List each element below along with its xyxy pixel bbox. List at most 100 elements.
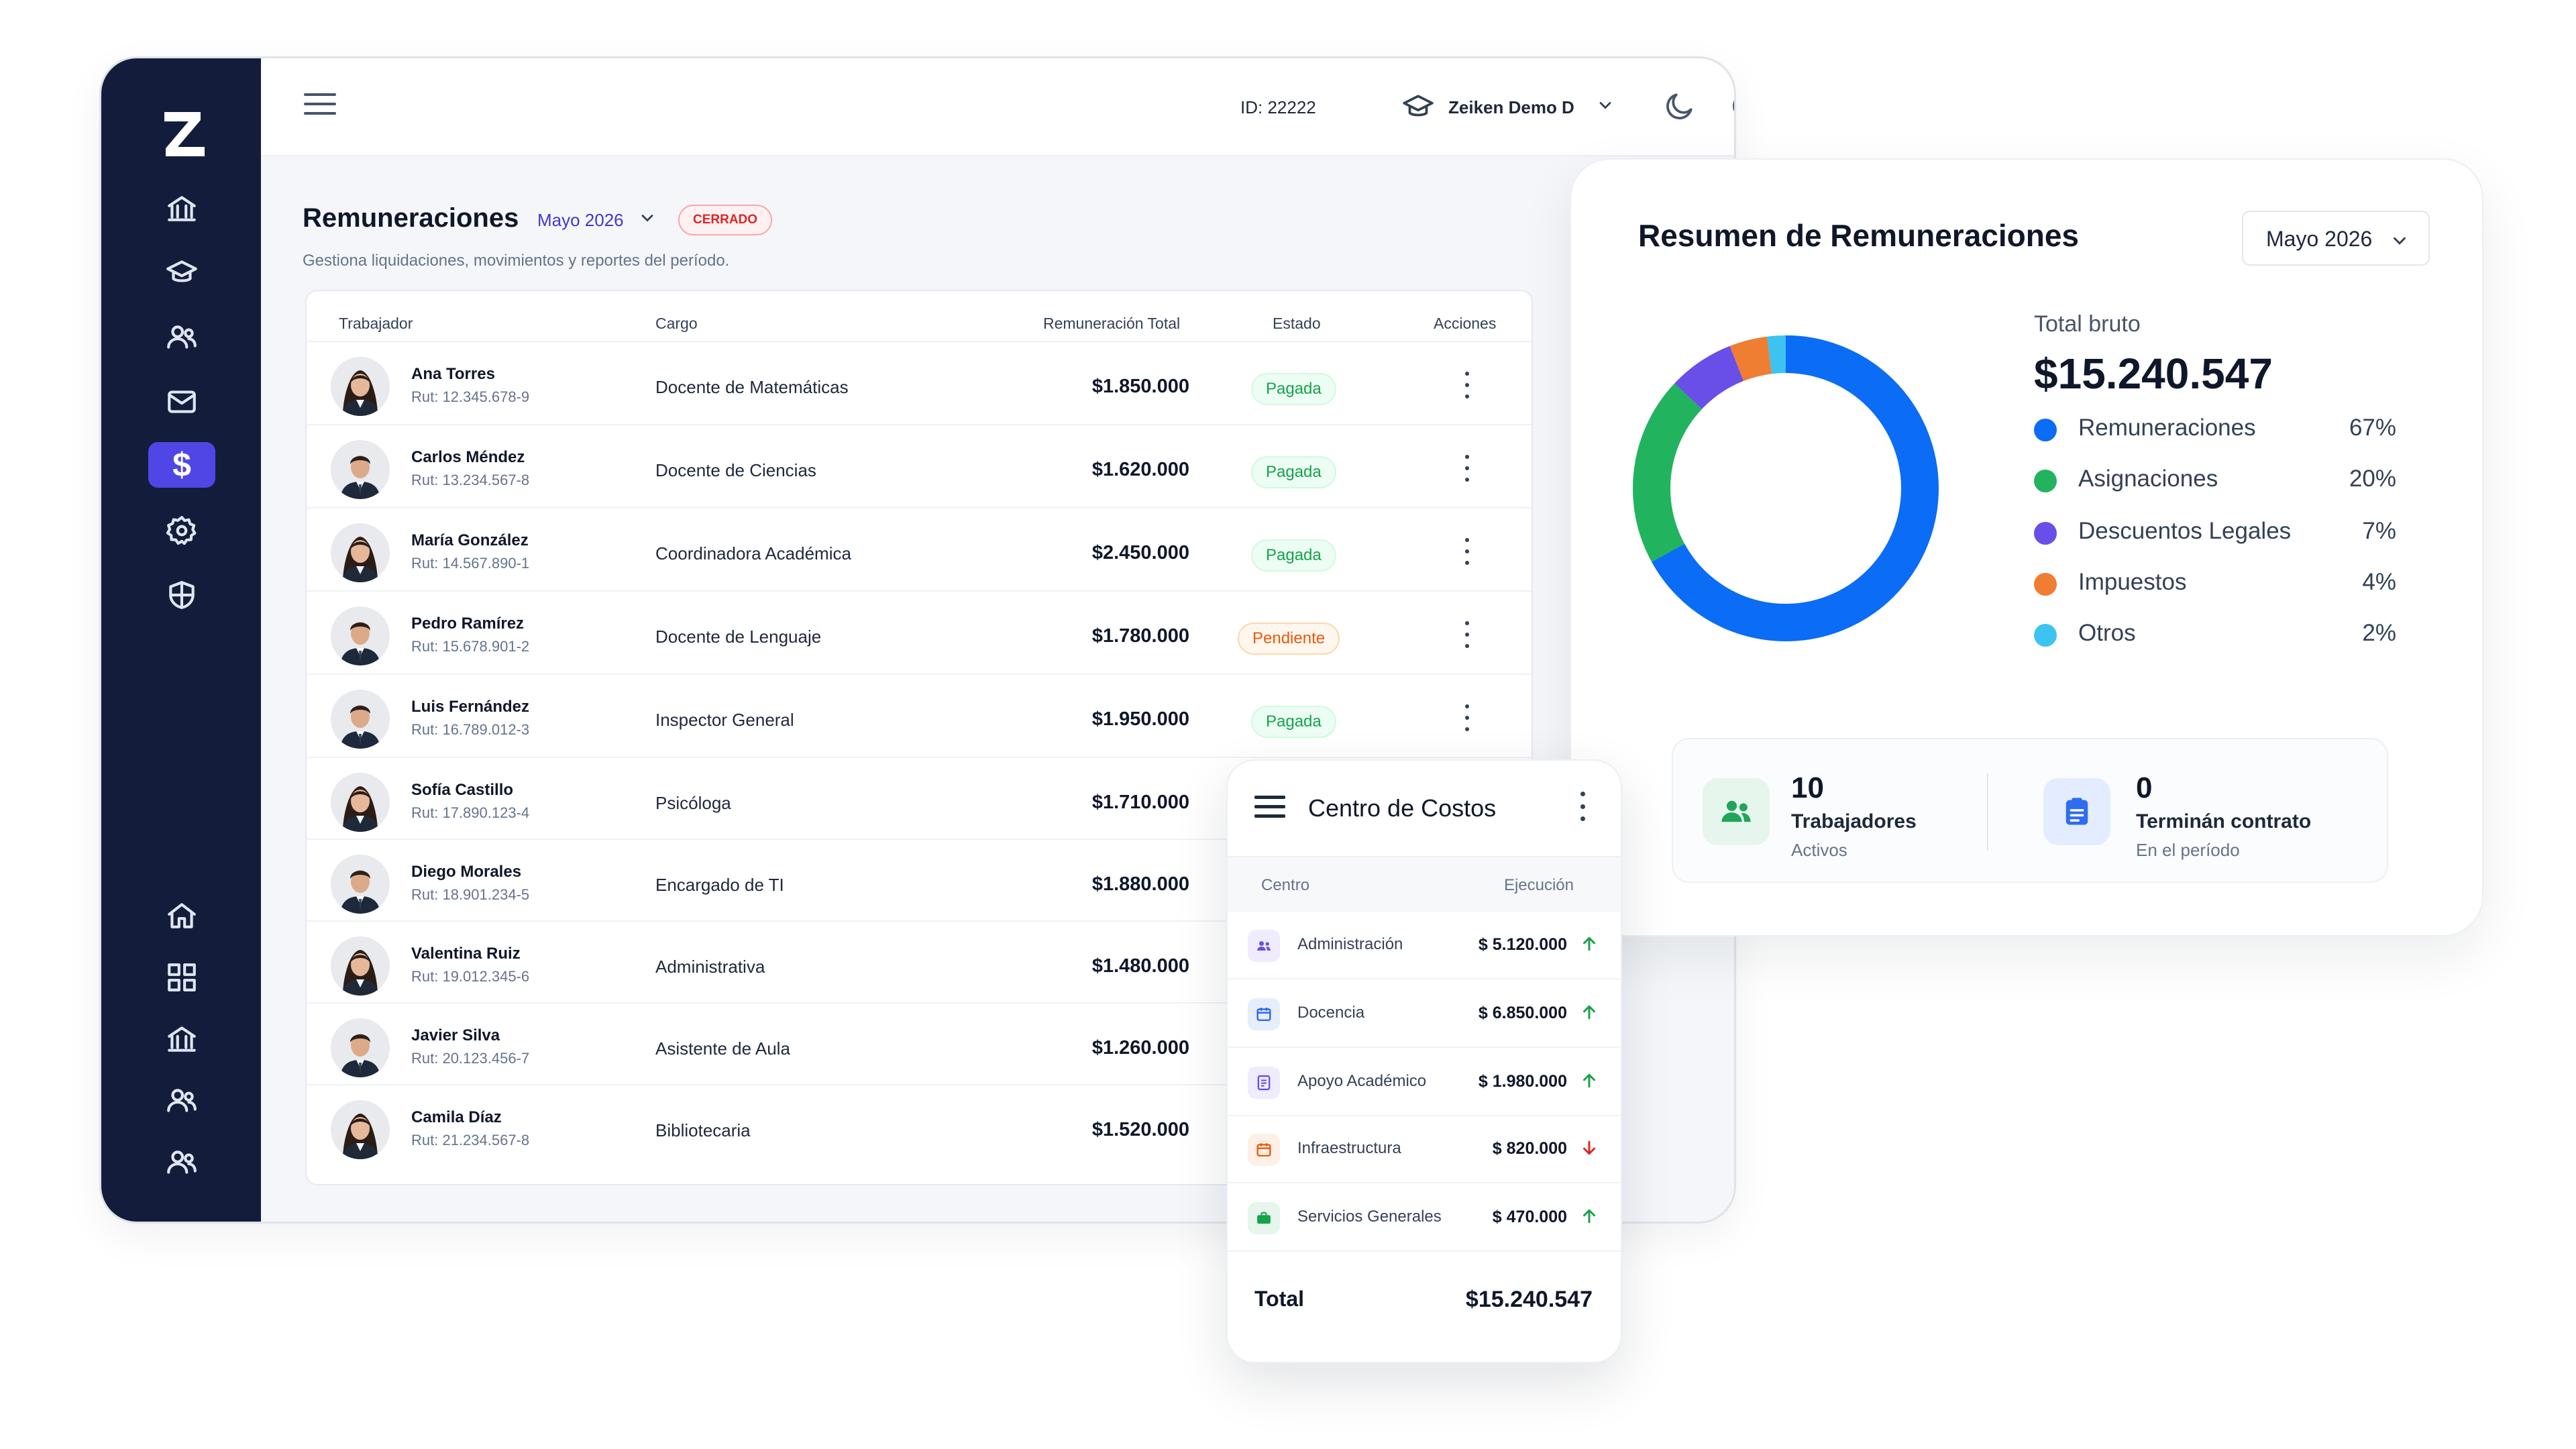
cost-center-title: Centro de Costos [1308,794,1497,822]
cost-center-row[interactable]: Servicios Generales $ 470.000 [1228,1185,1621,1252]
sidebar-item-people[interactable] [148,315,215,360]
sidebar-item-mail[interactable] [148,379,215,425]
worker-total-amount: $1.780.000 [1091,625,1189,647]
sidebar-item-settings[interactable] [148,508,215,553]
worker-rut: Rut: 14.567.890-1 [411,555,530,572]
legend-name: Otros [2078,620,2136,646]
worker-name[interactable]: Pedro Ramírez [411,614,524,633]
legend-dot [2034,573,2057,596]
column-header-role[interactable]: Cargo [655,315,698,333]
sidebar-item-people-3[interactable] [148,1140,215,1185]
cost-center-name: Administración [1297,935,1403,953]
worker-name[interactable]: Ana Torres [411,365,495,384]
row-actions-icon[interactable] [1460,538,1474,565]
summary-period-label: Mayo 2026 [2266,227,2373,251]
stat-workers-icon-box [1703,778,1770,845]
organization-selector[interactable]: Zeiken Demo D [1448,97,1574,118]
avatar [331,1100,390,1159]
worker-rut: Rut: 15.678.901-2 [411,638,530,655]
worker-role: Psicóloga [655,793,731,813]
column-header-status[interactable]: Estado [1273,315,1321,333]
legend-item: Remuneraciones 67% [2034,412,2396,445]
sidebar-item-home[interactable] [148,893,215,938]
worker-total-amount: $1.880.000 [1091,873,1189,895]
table-row[interactable]: Luis Fernández Rut: 16.789.012-3 Inspector… [307,674,1532,757]
sidebar-item-security[interactable] [148,572,215,618]
worker-total-amount: $1.260.000 [1091,1037,1189,1059]
avatar [331,936,390,996]
chevron-down-icon[interactable] [1596,96,1615,115]
moon-icon[interactable] [1663,89,1697,123]
sidebar-item-dashboard[interactable] [148,955,215,1000]
worker-name[interactable]: Diego Morales [411,863,521,881]
worker-name[interactable]: Valentina Ruiz [411,945,521,963]
row-actions-icon[interactable] [1460,372,1474,398]
sidebar-item-bank[interactable] [148,186,215,231]
sidebar-item-remuneraciones[interactable]: $ [148,442,215,488]
avatar [331,606,390,665]
donut-chart [1633,335,1939,641]
summary-period-select[interactable]: Mayo 2026 [2242,211,2430,266]
calendar-icon [1256,1008,1271,1021]
chevron-down-icon [2394,237,2406,245]
cost-center-icon-box [1248,930,1280,962]
cost-center-name: Infraestructura [1297,1139,1401,1157]
worker-total-amount: $1.620.000 [1091,459,1189,480]
sidebar-item-bank-2[interactable] [148,1016,215,1062]
worker-total-amount: $1.520.000 [1091,1119,1189,1140]
column-header-worker[interactable]: Trabajador [339,315,413,333]
avatar [331,357,390,416]
column-header-total[interactable]: Remuneración Total [1043,315,1180,333]
total-gross-value: $15.240.547 [2034,350,2273,398]
cost-center-icon-box [1248,1067,1280,1099]
cost-center-row[interactable]: Infraestructura $ 820.000 [1228,1116,1621,1183]
column-header-actions: Acciones [1434,315,1497,332]
grid-icon [168,963,196,991]
worker-name[interactable]: María González [411,531,529,550]
avatar [331,440,390,499]
sidebar-item-academic[interactable] [148,250,215,296]
worker-rut: Rut: 20.123.456-7 [411,1050,530,1067]
worker-role: Administrativa [655,957,765,977]
legend-name: Impuestos [2078,569,2187,595]
cost-center-name: Servicios Generales [1297,1208,1442,1226]
legend-percentage: 7% [2362,518,2396,544]
chevron-down-icon[interactable] [638,209,657,227]
worker-name[interactable]: Carlos Méndez [411,448,525,467]
menu-toggle-icon[interactable] [304,93,336,120]
users-icon [167,1089,197,1112]
period-selector[interactable]: Mayo 2026 [537,210,624,231]
table-row[interactable]: Carlos Méndez Rut: 13.234.567-8 Docente de… [307,424,1532,507]
row-actions-icon[interactable] [1460,704,1474,731]
sidebar-item-people-2[interactable] [148,1078,215,1124]
worker-name[interactable]: Camila Díaz [411,1108,502,1127]
sidebar: $ [101,58,261,1222]
arrow-up-icon [1583,1005,1595,1020]
worker-total-amount: $1.850.000 [1091,376,1189,397]
table-row[interactable]: María González Rut: 14.567.890-1 Coordinad… [307,507,1532,590]
zeiken-logo[interactable] [160,105,209,162]
table-row[interactable]: Pedro Ramírez Rut: 15.678.901-2 Docente de… [307,590,1532,674]
worker-name[interactable]: Javier Silva [411,1026,500,1045]
payment-status-badge: Pagada [1251,706,1336,738]
table-row[interactable]: Ana Torres Rut: 12.345.678-9 Docente de Ma… [307,341,1532,424]
worker-name[interactable]: Sofía Castillo [411,781,513,800]
row-actions-icon[interactable] [1460,621,1474,648]
row-actions-icon[interactable] [1460,455,1474,482]
more-options-icon[interactable] [1579,792,1586,821]
legend-percentage: 67% [2349,415,2396,441]
legend-name: Asignaciones [2078,466,2218,492]
check-circle-icon[interactable] [1730,91,1736,121]
legend-name: Remuneraciones [2078,415,2256,441]
avatar [331,1018,390,1077]
cost-center-row[interactable]: Apoyo Académico $ 1.980.000 [1228,1049,1621,1116]
cost-center-row[interactable]: Docencia $ 6.850.000 [1228,981,1621,1048]
worker-name[interactable]: Luis Fernández [411,698,529,716]
worker-role: Bibliotecaria [655,1120,751,1140]
cost-center-amount: $ 1.980.000 [1478,1072,1567,1091]
cost-center-icon-box [1248,1134,1280,1166]
menu-icon[interactable] [1254,796,1285,824]
cost-center-row[interactable]: Administración $ 5.120.000 [1228,912,1621,979]
avatar [331,523,390,582]
legend-dot [2034,470,2057,492]
